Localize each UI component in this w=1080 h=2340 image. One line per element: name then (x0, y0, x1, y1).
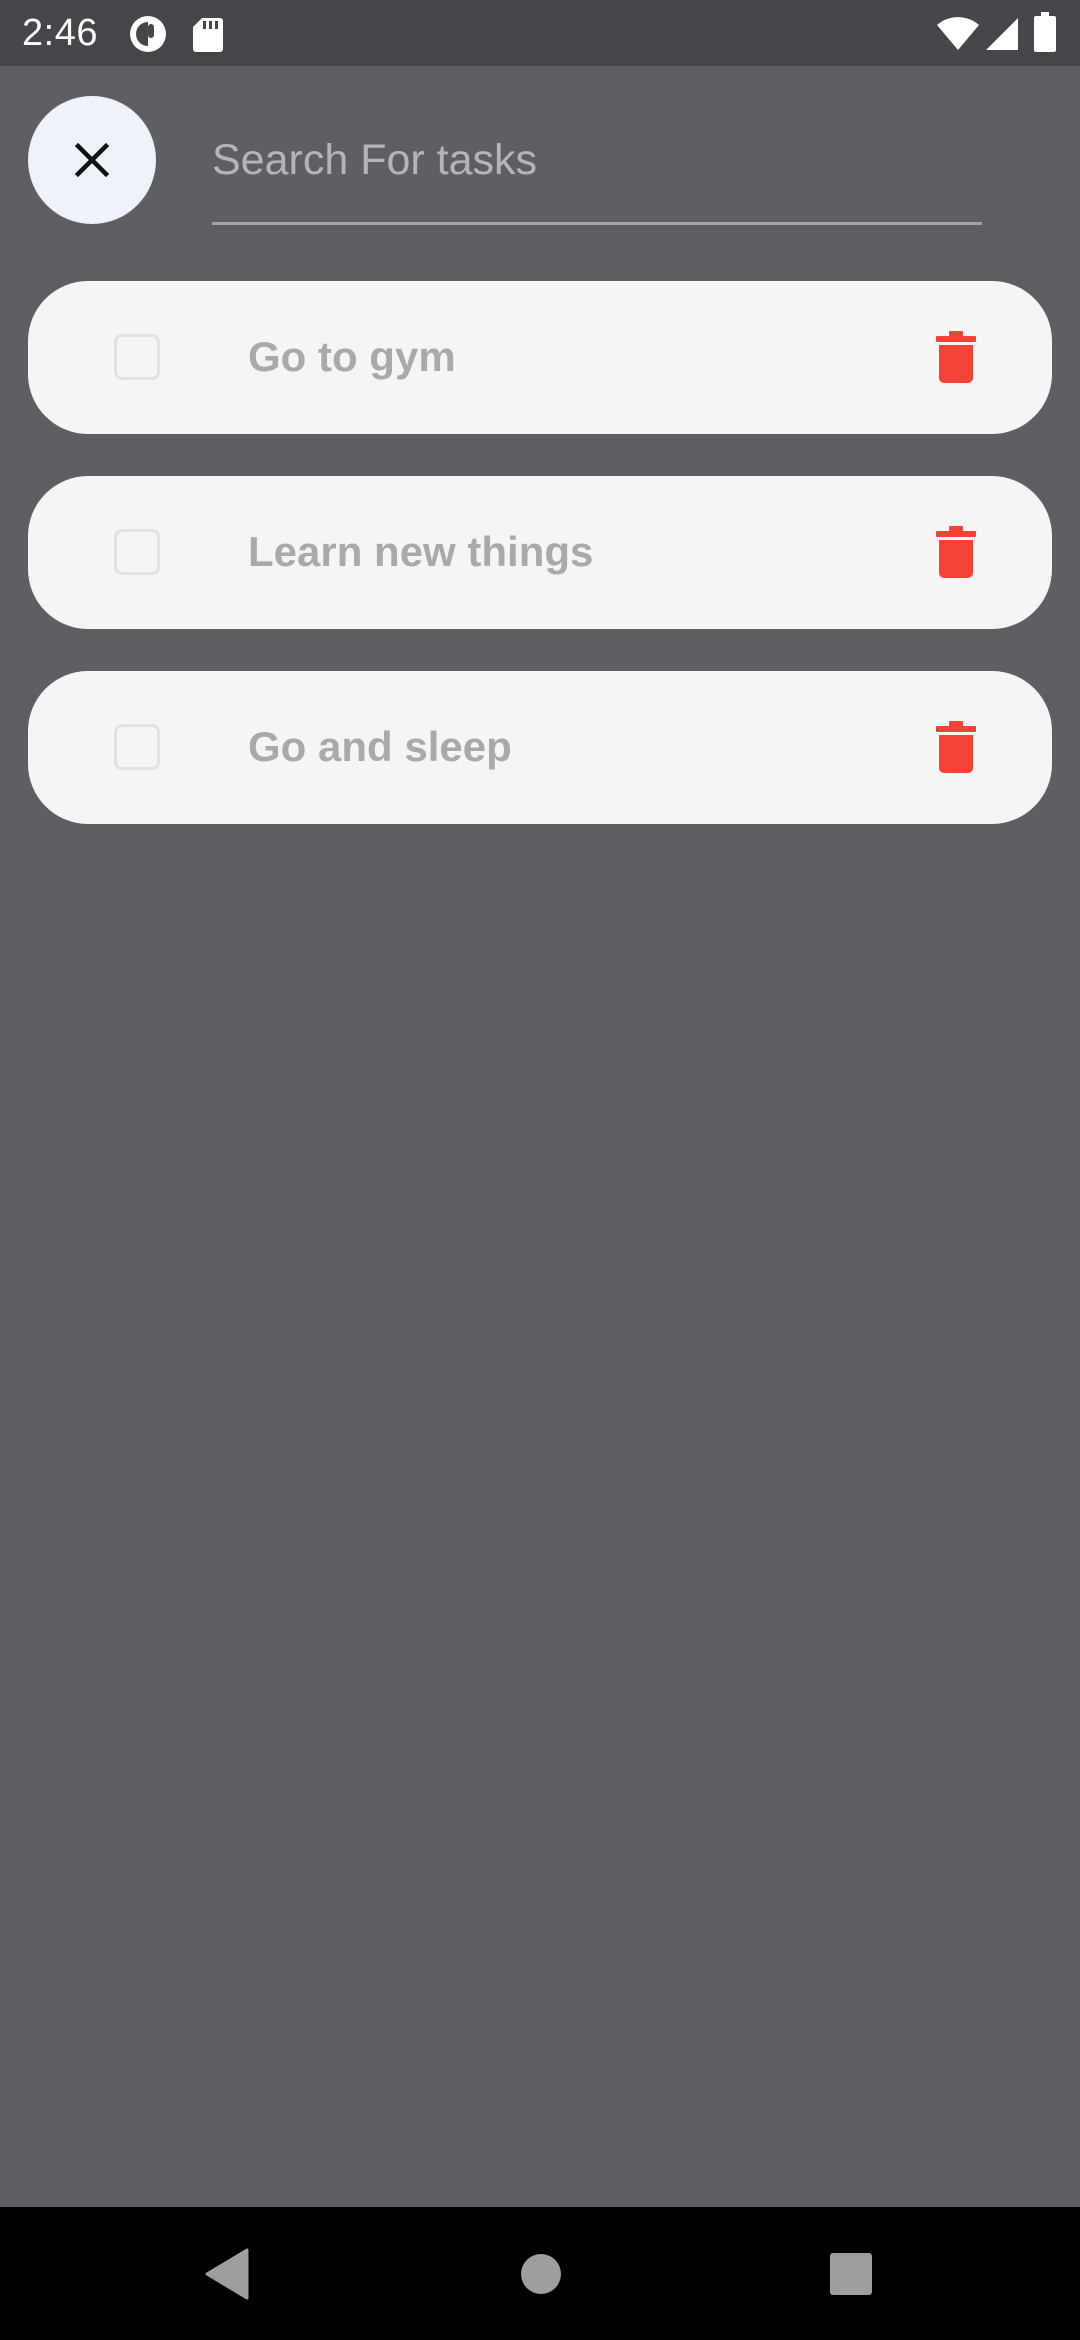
app-notification-icon (130, 16, 166, 52)
recents-button[interactable] (820, 2243, 882, 2305)
signal-icon (986, 18, 1018, 50)
task-item[interactable]: Go to gym (28, 281, 1052, 434)
battery-icon (1034, 12, 1056, 52)
recents-icon (830, 2253, 872, 2295)
back-button[interactable] (196, 2243, 258, 2305)
home-button[interactable] (510, 2243, 572, 2305)
search-underline (212, 222, 982, 225)
status-time: 2:46 (22, 12, 98, 54)
task-checkbox[interactable] (114, 529, 160, 575)
close-icon (74, 142, 110, 178)
task-label: Learn new things (248, 528, 594, 575)
task-item[interactable]: Learn new things (28, 476, 1052, 629)
task-label: Go and sleep (248, 723, 512, 770)
task-checkbox[interactable] (114, 724, 160, 770)
wifi-icon (937, 17, 979, 50)
task-label: Go to gym (248, 333, 456, 380)
task-checkbox[interactable] (114, 334, 160, 380)
delete-task-button[interactable] (932, 522, 980, 582)
task-item[interactable]: Go and sleep (28, 671, 1052, 824)
status-bar: 2:46 (0, 0, 1080, 66)
trash-icon (936, 526, 976, 578)
home-icon (521, 2254, 561, 2294)
delete-task-button[interactable] (932, 717, 980, 777)
back-icon (205, 2248, 249, 2300)
task-list: Go to gym Learn new things Go and sleep (28, 281, 1052, 866)
search-input[interactable] (212, 124, 980, 196)
delete-task-button[interactable] (932, 327, 980, 387)
trash-icon (936, 721, 976, 773)
trash-icon (936, 331, 976, 383)
sd-card-icon (193, 18, 223, 52)
close-search-button[interactable] (28, 96, 156, 224)
navigation-bar (0, 2207, 1080, 2340)
